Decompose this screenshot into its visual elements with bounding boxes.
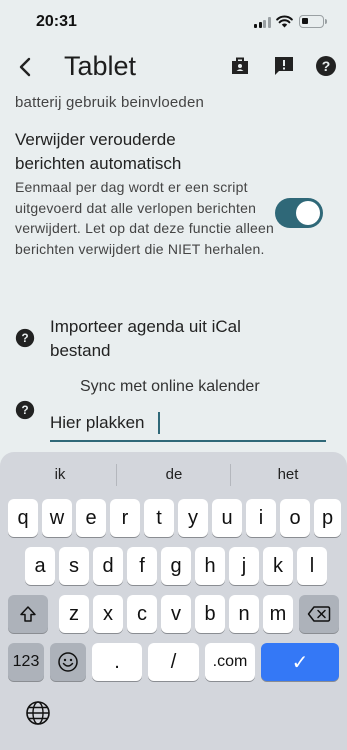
key-x[interactable]: x (93, 595, 123, 633)
dot-key[interactable]: . (92, 643, 142, 681)
key-e[interactable]: e (76, 499, 106, 537)
key-i[interactable]: i (246, 499, 276, 537)
key-f[interactable]: f (127, 547, 157, 585)
slash-key[interactable]: / (148, 643, 199, 681)
key-v[interactable]: v (161, 595, 191, 633)
sync-help-icon[interactable]: ? (15, 400, 35, 420)
suggestion-1[interactable]: ik (3, 466, 117, 483)
svg-text:?: ? (21, 332, 28, 345)
key-k[interactable]: k (263, 547, 293, 585)
feedback-icon[interactable] (272, 54, 296, 78)
shift-icon (20, 606, 36, 622)
battery-icon (299, 15, 327, 28)
key-p[interactable]: p (314, 499, 341, 537)
ical-help-icon[interactable]: ? (15, 328, 35, 348)
key-g[interactable]: g (161, 547, 191, 585)
calendar-url-field[interactable] (50, 408, 326, 442)
dotcom-key[interactable]: .com (205, 643, 255, 681)
emoji-key[interactable] (50, 643, 86, 681)
status-bar: 20:31 (0, 0, 347, 45)
wifi-icon (276, 15, 293, 28)
key-a[interactable]: a (25, 547, 55, 585)
calendar-url-input[interactable] (50, 408, 326, 438)
key-u[interactable]: u (212, 499, 242, 537)
key-o[interactable]: o (280, 499, 310, 537)
help-icon[interactable]: ? (314, 54, 338, 78)
app-bar: Tablet ? (0, 45, 347, 90)
key-q[interactable]: q (8, 499, 38, 537)
auto-delete-title: Verwijder verouderde berichten automatis… (15, 130, 182, 173)
key-b[interactable]: b (195, 595, 225, 633)
back-arrow-icon[interactable] (12, 53, 40, 81)
key-m[interactable]: m (263, 595, 293, 633)
numbers-key[interactable]: 123 (8, 643, 44, 681)
suggestion-2[interactable]: de (117, 466, 231, 483)
key-d[interactable]: d (93, 547, 123, 585)
globe-icon[interactable] (25, 700, 51, 726)
key-w[interactable]: w (42, 499, 72, 537)
status-time: 20:31 (36, 13, 77, 30)
done-key[interactable]: ✓ (261, 643, 339, 681)
ical-import-label[interactable]: Importeer agenda uit iCal bestand (50, 315, 300, 363)
key-r[interactable]: r (110, 499, 140, 537)
key-s[interactable]: s (59, 547, 89, 585)
key-l[interactable]: l (297, 547, 327, 585)
cellular-signal-icon (254, 17, 271, 28)
backspace-key[interactable] (299, 595, 339, 633)
cut-off-description: batterij gebruik beinvloeden (15, 94, 205, 111)
toggle-knob (296, 201, 320, 225)
key-n[interactable]: n (229, 595, 259, 633)
emoji-icon (58, 652, 78, 672)
suggestion-3[interactable]: het (231, 466, 345, 483)
backspace-icon (307, 606, 331, 622)
auto-delete-description: Eenmaal per dag wordt er een script uitg… (15, 179, 274, 257)
key-z[interactable]: z (59, 595, 89, 633)
svg-text:?: ? (21, 404, 28, 417)
auto-delete-toggle[interactable] (275, 198, 323, 228)
key-j[interactable]: j (229, 547, 259, 585)
text-caret (158, 412, 160, 434)
sync-calendar-label: Sync met online kalender (80, 378, 260, 395)
page-title: Tablet (64, 51, 137, 81)
shift-key[interactable] (8, 595, 48, 633)
key-t[interactable]: t (144, 499, 174, 537)
settings-content: batterij gebruik beinvloeden Verwijder v… (0, 90, 347, 452)
onscreen-keyboard: ik de het q w e r t y u i o p a s d f g … (0, 452, 347, 750)
badge-icon[interactable] (228, 54, 252, 78)
key-h[interactable]: h (195, 547, 225, 585)
key-c[interactable]: c (127, 595, 157, 633)
key-y[interactable]: y (178, 499, 208, 537)
svg-text:?: ? (322, 58, 331, 74)
